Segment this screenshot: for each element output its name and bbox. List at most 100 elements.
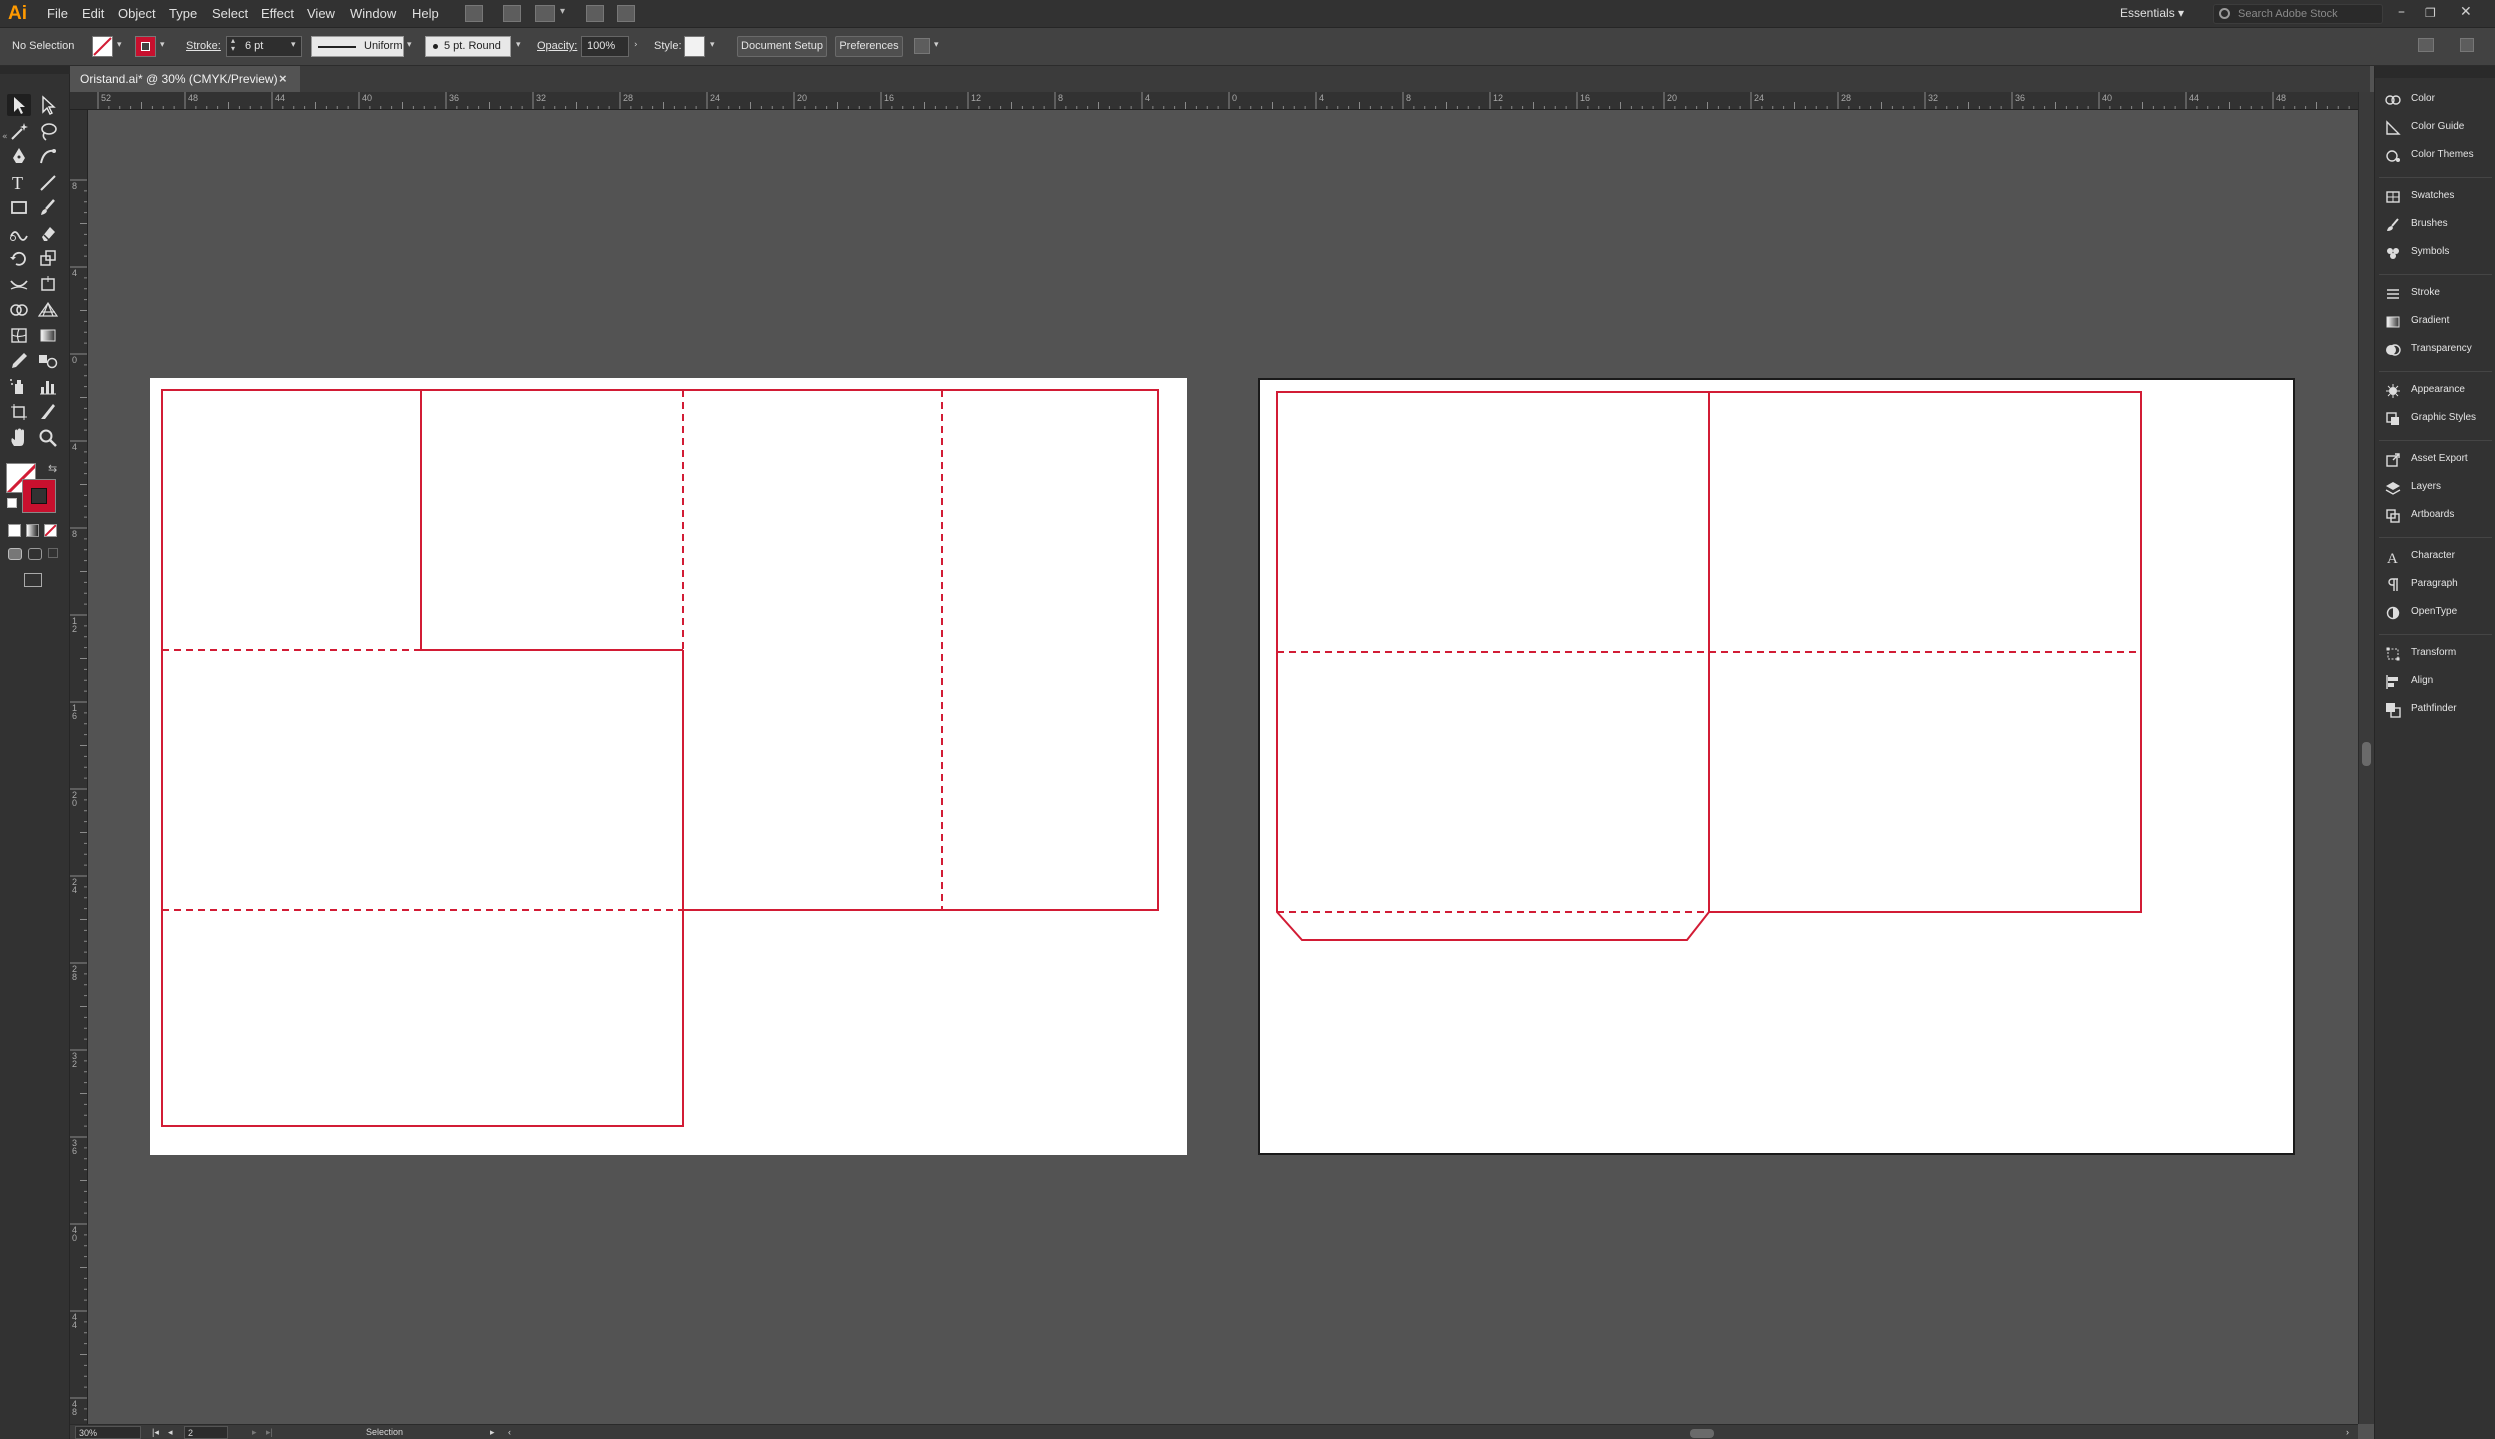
previous-artboard-icon[interactable]: ◂ — [168, 1427, 173, 1438]
blend-tool[interactable] — [36, 349, 60, 371]
stroke-swatch[interactable] — [22, 479, 56, 513]
gradient-tool[interactable] — [36, 324, 60, 346]
chevron-right-icon[interactable]: › — [634, 40, 638, 50]
opacity-field[interactable]: 100% — [581, 36, 629, 57]
stepper-icon[interactable]: ▴ ▾ — [231, 37, 235, 53]
chevron-down-icon[interactable]: ▾ — [407, 40, 412, 50]
document-tab[interactable]: Oristand.ai* @ 30% (CMYK/Preview) × — [70, 66, 300, 92]
rectangle-tool[interactable] — [7, 196, 31, 218]
close-icon[interactable]: ✕ — [2460, 4, 2472, 20]
selection-tool[interactable] — [7, 94, 31, 116]
type-tool[interactable]: T — [7, 171, 31, 193]
dock-collapse-strip[interactable] — [2375, 66, 2495, 78]
gradient-mode-icon[interactable] — [26, 524, 39, 537]
line-segment-tool[interactable] — [36, 171, 60, 193]
next-artboard-icon[interactable]: ▸ — [252, 1427, 257, 1438]
panel-color[interactable]: Color — [2381, 88, 2493, 112]
panel-asset-export[interactable]: Asset Export — [2381, 448, 2493, 472]
panel-layers[interactable]: Layers — [2381, 476, 2493, 500]
menu-options-icon[interactable] — [2418, 38, 2434, 52]
panel-gradient[interactable]: Gradient — [2381, 310, 2493, 334]
stock-icon[interactable] — [503, 5, 521, 22]
zoom-tool[interactable] — [36, 426, 60, 448]
panel-transform[interactable]: Transform — [2381, 642, 2493, 666]
chevron-down-icon[interactable]: ▾ — [160, 40, 165, 50]
panel-graphic-styles[interactable]: Graphic Styles — [2381, 407, 2493, 431]
panel-align[interactable]: Align — [2381, 670, 2493, 694]
restore-icon[interactable]: ❐ — [2425, 6, 2436, 20]
chevron-down-icon[interactable]: ▾ — [516, 40, 521, 50]
panel-swatches[interactable]: Swatches — [2381, 185, 2493, 209]
lasso-tool[interactable] — [36, 120, 60, 142]
scroll-right-icon[interactable]: › — [2346, 1427, 2349, 1437]
mesh-tool[interactable] — [7, 324, 31, 346]
share-icon[interactable] — [617, 5, 635, 22]
chevron-down-icon[interactable]: ▾ — [710, 40, 715, 50]
default-colors-icon[interactable] — [7, 498, 17, 508]
first-artboard-icon[interactable]: |◂ — [152, 1427, 159, 1438]
fill-none-swatch[interactable] — [92, 36, 113, 57]
menu-object[interactable]: Object — [118, 6, 156, 21]
panel-color-themes[interactable]: Color Themes — [2381, 144, 2493, 168]
current-tool-status[interactable]: Selection — [366, 1427, 403, 1437]
screen-mode-icon[interactable] — [24, 573, 42, 587]
scroll-left-icon[interactable]: ‹ — [508, 1427, 511, 1437]
perspective-grid-tool[interactable] — [36, 298, 60, 320]
chevron-down-icon[interactable]: ▾ — [291, 40, 296, 50]
zoom-select[interactable]: 30% — [75, 1426, 141, 1439]
vertical-scroll-thumb[interactable] — [2362, 742, 2371, 766]
horizontal-scroll-thumb[interactable] — [1690, 1429, 1714, 1438]
scale-tool[interactable] — [36, 247, 60, 269]
none-mode-icon[interactable] — [44, 524, 57, 537]
dieline-artwork-1[interactable] — [150, 378, 1187, 1155]
panel-character[interactable]: A Character — [2381, 545, 2493, 569]
artboard-1[interactable] — [150, 378, 1187, 1155]
panel-menu-icon[interactable] — [2460, 38, 2474, 52]
chevron-down-icon[interactable]: ▾ — [117, 40, 122, 50]
stroke-label[interactable]: Stroke: — [186, 40, 221, 52]
direct-selection-tool[interactable] — [36, 94, 60, 116]
toolbox-header[interactable] — [0, 66, 70, 74]
color-mode-icon[interactable] — [8, 524, 21, 537]
gpu-performance-icon[interactable] — [586, 5, 604, 22]
menu-view[interactable]: View — [307, 6, 335, 21]
workspace-switcher[interactable]: Essentials ▾ — [2120, 6, 2184, 20]
minimize-icon[interactable]: – — [2398, 4, 2405, 20]
artboard-2[interactable] — [1258, 378, 2295, 1155]
preferences-button[interactable]: Preferences — [835, 36, 903, 57]
swap-icon[interactable]: ⇆ — [48, 462, 57, 475]
draw-inside-icon[interactable] — [48, 548, 58, 558]
width-tool[interactable] — [7, 273, 31, 295]
vertical-scrollbar[interactable] — [2358, 92, 2374, 1424]
curvature-tool[interactable] — [36, 145, 60, 167]
document-setup-button[interactable]: Document Setup — [737, 36, 827, 57]
horizontal-ruler[interactable]: 52 48 44 40 36 32 28 24 20 16 12 8 4 0 4 8 12 16 20 24 28 32 3… — [70, 92, 2358, 110]
slice-tool[interactable] — [36, 400, 60, 422]
panel-symbols[interactable]: Symbols — [2381, 241, 2493, 265]
menu-help[interactable]: Help — [412, 6, 439, 21]
panel-artboards[interactable]: Artboards — [2381, 504, 2493, 528]
chevron-down-icon[interactable]: ▾ — [934, 40, 939, 50]
panel-transparency[interactable]: Transparency — [2381, 338, 2493, 362]
menu-file[interactable]: File — [47, 6, 68, 21]
menu-edit[interactable]: Edit — [82, 6, 104, 21]
eyedropper-tool[interactable] — [7, 349, 31, 371]
menu-select[interactable]: Select — [212, 6, 248, 21]
rotate-tool[interactable] — [7, 247, 31, 269]
chevron-down-icon[interactable]: ▾ — [560, 6, 565, 17]
draw-behind-icon[interactable] — [28, 548, 42, 560]
close-icon[interactable]: × — [279, 71, 287, 86]
draw-normal-icon[interactable] — [8, 548, 22, 560]
stock-search-input[interactable]: Search Adobe Stock — [2213, 4, 2383, 24]
arrange-icon[interactable] — [914, 38, 930, 54]
panel-pathfinder[interactable]: Pathfinder — [2381, 698, 2493, 722]
artboard-navigator[interactable]: 2 — [184, 1426, 228, 1439]
column-graph-tool[interactable] — [36, 375, 60, 397]
symbol-sprayer-tool[interactable] — [7, 375, 31, 397]
menu-window[interactable]: Window — [350, 6, 396, 21]
arrange-documents-icon[interactable] — [535, 5, 555, 22]
panel-appearance[interactable]: Appearance — [2381, 379, 2493, 403]
panel-stroke[interactable]: Stroke — [2381, 282, 2493, 306]
panel-brushes[interactable]: Brushes — [2381, 213, 2493, 237]
artboard-tool[interactable] — [7, 400, 31, 422]
